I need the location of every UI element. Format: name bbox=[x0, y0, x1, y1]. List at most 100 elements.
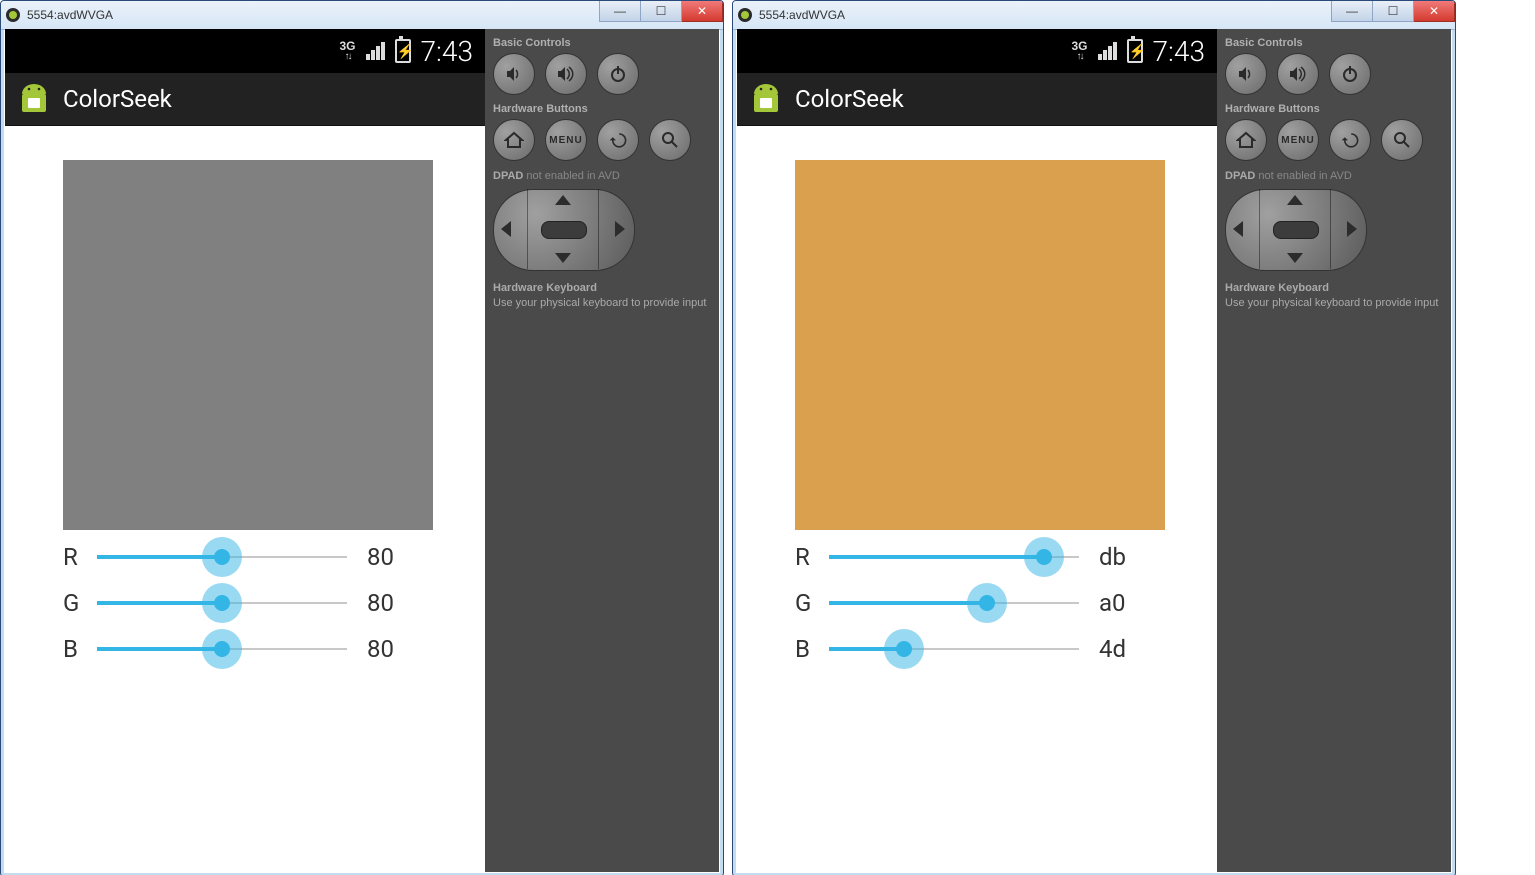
channel-label-b: B bbox=[795, 635, 829, 663]
channel-label-b: B bbox=[63, 635, 97, 663]
slider-row-g: G a0 bbox=[795, 580, 1187, 626]
maximize-button[interactable]: ☐ bbox=[1373, 1, 1414, 22]
status-clock: 7:43 bbox=[421, 35, 473, 68]
slider-row-r: R 80 bbox=[63, 534, 455, 580]
dpad-center-button[interactable] bbox=[541, 221, 587, 239]
seekbar-b[interactable] bbox=[829, 637, 1079, 661]
close-button[interactable]: ✕ bbox=[682, 1, 723, 22]
window-title: 5554:avdWVGA bbox=[759, 8, 845, 22]
slider-row-b: B 80 bbox=[63, 626, 455, 672]
dpad-label: DPAD bbox=[493, 170, 523, 182]
app-content: R 80 G 80 bbox=[5, 126, 485, 872]
dpad-up-button[interactable] bbox=[1287, 195, 1303, 205]
emulator-side-panel: Basic Controls Hardware Buttons MENU DPA… bbox=[1217, 29, 1451, 872]
emulator-app-icon bbox=[5, 7, 21, 23]
channel-value-b: 4d bbox=[1099, 635, 1149, 663]
volume-up-button[interactable] bbox=[1277, 53, 1319, 95]
seekbar-r[interactable] bbox=[97, 545, 347, 569]
volume-down-button[interactable] bbox=[1225, 53, 1267, 95]
home-button[interactable] bbox=[493, 119, 535, 161]
volume-up-button[interactable] bbox=[545, 53, 587, 95]
emulator-window: 5554:avdWVGA — ☐ ✕ 3G ↑↓ ⚡ 7:43 bbox=[732, 0, 1456, 875]
maximize-button[interactable]: ☐ bbox=[641, 1, 682, 22]
seekbar-r[interactable] bbox=[829, 545, 1079, 569]
hardware-buttons-label: Hardware Buttons bbox=[493, 103, 711, 115]
minimize-button[interactable]: — bbox=[599, 1, 641, 22]
dpad-down-button[interactable] bbox=[1287, 253, 1303, 263]
channel-value-b: 80 bbox=[367, 635, 417, 663]
dpad-label-row: DPAD not enabled in AVD bbox=[1225, 169, 1443, 183]
battery-icon: ⚡ bbox=[1127, 39, 1143, 63]
dpad-left-button[interactable] bbox=[501, 221, 511, 237]
dpad-up-button[interactable] bbox=[555, 195, 571, 205]
back-button[interactable] bbox=[597, 119, 639, 161]
android-status-bar: 3G ↑↓ ⚡ 7:43 bbox=[5, 29, 485, 73]
power-button[interactable] bbox=[597, 53, 639, 95]
dpad-center-button[interactable] bbox=[1273, 221, 1319, 239]
menu-button[interactable]: MENU bbox=[545, 119, 587, 161]
sliders-group: R db G a0 bbox=[795, 534, 1187, 672]
app-title: ColorSeek bbox=[63, 85, 172, 113]
channel-value-r: 80 bbox=[367, 543, 417, 571]
seekbar-b[interactable] bbox=[97, 637, 347, 661]
slider-row-g: G 80 bbox=[63, 580, 455, 626]
device-screen[interactable]: 3G ↑↓ ⚡ 7:43 bbox=[737, 29, 1217, 872]
menu-button[interactable]: MENU bbox=[1277, 119, 1319, 161]
channel-value-r: db bbox=[1099, 543, 1149, 571]
emulator-side-panel: Basic Controls Hardware Buttons MENU DPA… bbox=[485, 29, 719, 872]
power-button[interactable] bbox=[1329, 53, 1371, 95]
emulator-body: 3G ↑↓ ⚡ 7:43 bbox=[737, 29, 1451, 872]
dpad-label-row: DPAD not enabled in AVD bbox=[493, 169, 711, 183]
close-button[interactable]: ✕ bbox=[1414, 1, 1455, 22]
back-button[interactable] bbox=[1329, 119, 1371, 161]
sliders-group: R 80 G 80 bbox=[63, 534, 455, 672]
window-buttons: — ☐ ✕ bbox=[1331, 1, 1455, 21]
window-titlebar[interactable]: 5554:avdWVGA — ☐ ✕ bbox=[1, 1, 723, 30]
emulator-body: 3G ↑↓ ⚡ 7:43 bbox=[5, 29, 719, 872]
hw-keyboard-section: Hardware Keyboard Use your physical keyb… bbox=[1225, 281, 1443, 310]
network-icon: 3G ↑↓ bbox=[340, 40, 356, 62]
channel-label-r: R bbox=[63, 543, 97, 571]
channel-label-g: G bbox=[63, 589, 97, 617]
android-icon bbox=[19, 82, 49, 116]
home-button[interactable] bbox=[1225, 119, 1267, 161]
hw-keyboard-note: Use your physical keyboard to provide in… bbox=[493, 297, 706, 309]
seekbar-g[interactable] bbox=[97, 591, 347, 615]
seekbar-g[interactable] bbox=[829, 591, 1079, 615]
search-button[interactable] bbox=[1381, 119, 1423, 161]
device-screen[interactable]: 3G ↑↓ ⚡ 7:43 bbox=[5, 29, 485, 872]
dpad bbox=[1225, 189, 1365, 269]
dpad-right-button[interactable] bbox=[1347, 221, 1357, 237]
search-button[interactable] bbox=[649, 119, 691, 161]
window-titlebar[interactable]: 5554:avdWVGA — ☐ ✕ bbox=[733, 1, 1455, 30]
dpad-left-button[interactable] bbox=[1233, 221, 1243, 237]
app-title: ColorSeek bbox=[795, 85, 904, 113]
channel-value-g: a0 bbox=[1099, 589, 1149, 617]
app-content: R db G a0 bbox=[737, 126, 1217, 872]
action-bar: ColorSeek bbox=[5, 73, 485, 126]
dpad-down-button[interactable] bbox=[555, 253, 571, 263]
basic-controls-label: Basic Controls bbox=[493, 37, 711, 49]
signal-icon bbox=[366, 42, 385, 60]
battery-icon: ⚡ bbox=[395, 39, 411, 63]
hw-keyboard-note: Use your physical keyboard to provide in… bbox=[1225, 297, 1438, 309]
dpad-note: not enabled in AVD bbox=[526, 170, 619, 182]
channel-label-r: R bbox=[795, 543, 829, 571]
hardware-buttons-label: Hardware Buttons bbox=[1225, 103, 1443, 115]
minimize-button[interactable]: — bbox=[1331, 1, 1373, 22]
android-icon bbox=[751, 82, 781, 116]
emulator-window: 5554:avdWVGA — ☐ ✕ 3G ↑↓ ⚡ 7:43 bbox=[0, 0, 724, 875]
android-status-bar: 3G ↑↓ ⚡ 7:43 bbox=[737, 29, 1217, 73]
volume-down-button[interactable] bbox=[493, 53, 535, 95]
basic-controls-label: Basic Controls bbox=[1225, 37, 1443, 49]
signal-icon bbox=[1098, 42, 1117, 60]
window-title: 5554:avdWVGA bbox=[27, 8, 113, 22]
emulator-app-icon bbox=[737, 7, 753, 23]
dpad-label: DPAD bbox=[1225, 170, 1255, 182]
dpad-right-button[interactable] bbox=[615, 221, 625, 237]
color-preview bbox=[63, 160, 433, 530]
slider-row-b: B 4d bbox=[795, 626, 1187, 672]
slider-row-r: R db bbox=[795, 534, 1187, 580]
desktop: 5554:avdWVGA — ☐ ✕ 3G ↑↓ ⚡ 7:43 bbox=[0, 0, 1535, 875]
channel-value-g: 80 bbox=[367, 589, 417, 617]
